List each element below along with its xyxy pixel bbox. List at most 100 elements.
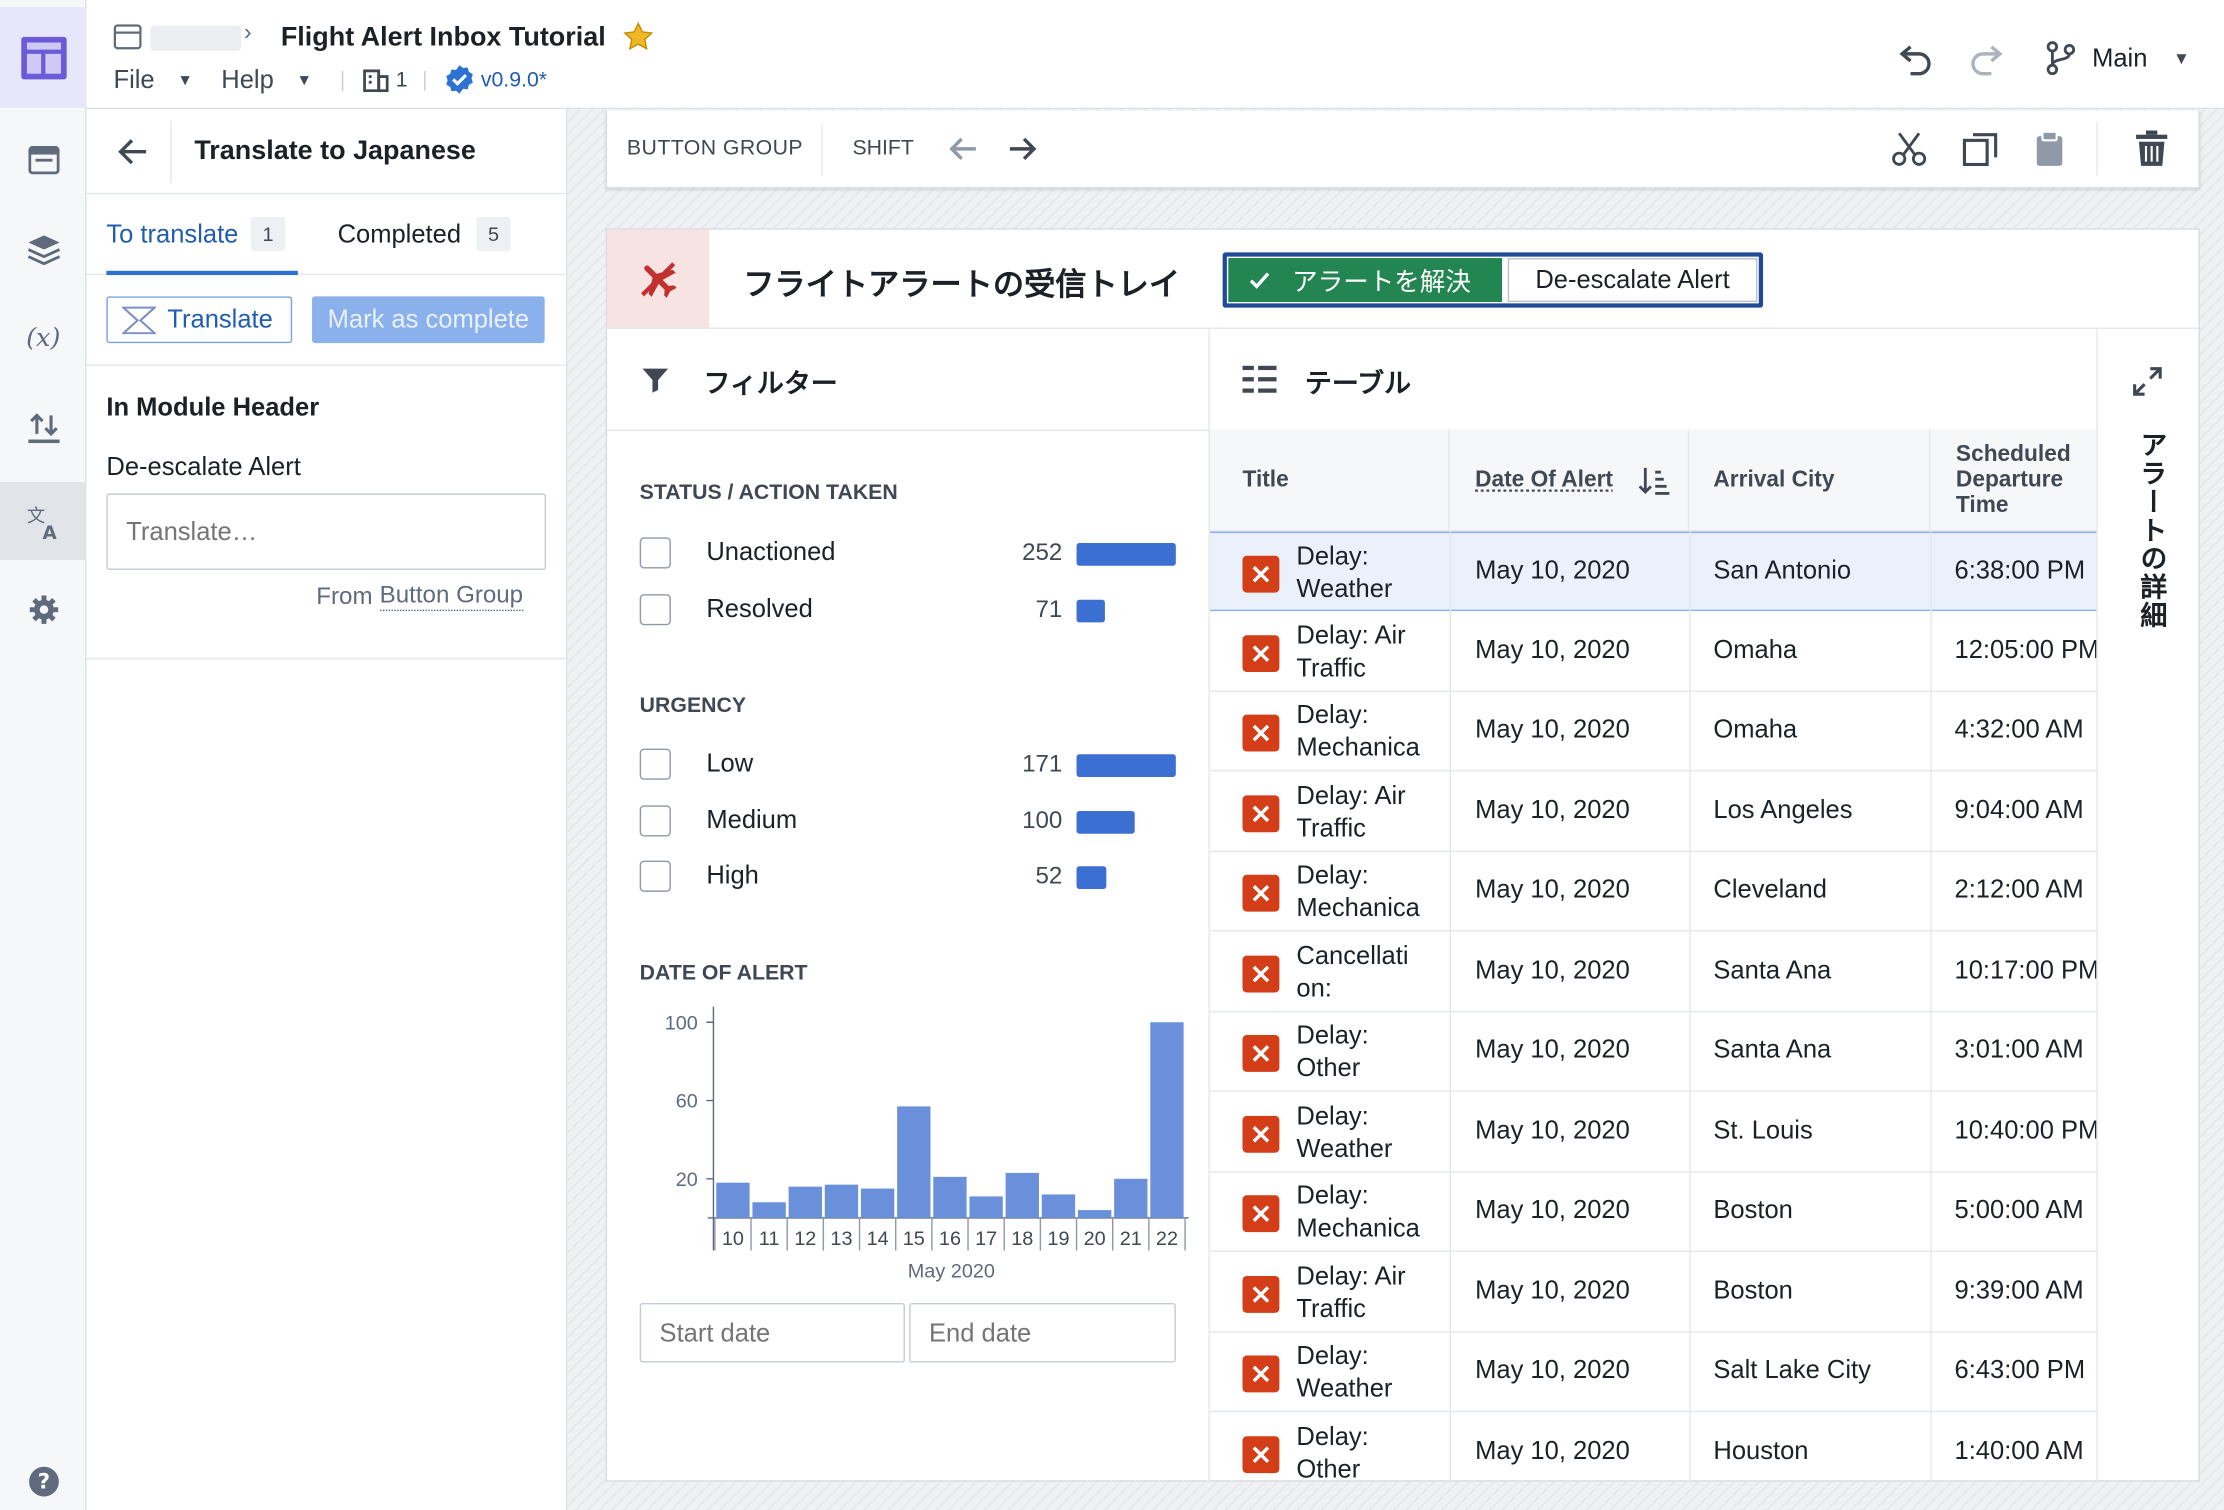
- shift-label: SHIFT: [852, 136, 914, 161]
- histogram-bar[interactable]: [1150, 1022, 1184, 1218]
- table-row[interactable]: Cancellati on: May 10, 2020 Santa Ana 10:17…: [1209, 932, 2097, 1012]
- cell-city: Los Angeles: [1713, 794, 1853, 824]
- copy-icon[interactable]: [1962, 130, 1999, 174]
- details-panel-label[interactable]: アラートの詳細: [2128, 431, 2171, 629]
- x-tick-label: 19: [1047, 1228, 1069, 1250]
- redo-icon[interactable]: [1967, 40, 2004, 84]
- cell-date: May 10, 2020: [1475, 794, 1630, 824]
- variable-icon[interactable]: (x): [0, 303, 87, 371]
- tab-completed[interactable]: Completed 5: [338, 213, 511, 256]
- branch-selector[interactable]: Main ▼: [2045, 41, 2190, 76]
- translation-input[interactable]: [106, 493, 547, 570]
- column-header-date-label: Date Of Alert: [1475, 467, 1613, 492]
- resolve-alert-button[interactable]: アラートを解決: [1228, 258, 1503, 302]
- paste-icon[interactable]: [2034, 130, 2065, 174]
- filter-checkbox[interactable]: [639, 748, 671, 780]
- histogram-bar[interactable]: [788, 1186, 822, 1218]
- cut-icon[interactable]: [1891, 130, 1928, 174]
- cell-departure: 4:32:00 AM: [1954, 714, 2084, 743]
- trash-icon[interactable]: [2135, 130, 2169, 174]
- histogram-bar[interactable]: [824, 1184, 859, 1218]
- table-row[interactable]: Delay: Mechanica May 10, 2020 Cleveland 2:1…: [1209, 852, 2097, 932]
- table-row[interactable]: Delay: Mechanica May 10, 2020 Boston 5:00:0…: [1209, 1173, 2097, 1252]
- back-arrow-icon[interactable]: [116, 135, 150, 176]
- cell-date: May 10, 2020: [1475, 714, 1630, 743]
- mark-complete-button[interactable]: Mark as complete: [312, 296, 545, 344]
- page-title[interactable]: Flight Alert Inbox Tutorial: [281, 23, 606, 54]
- source-link[interactable]: Button Group: [379, 581, 524, 612]
- column-header-title[interactable]: Title: [1210, 429, 1450, 532]
- star-icon[interactable]: [623, 21, 654, 59]
- filter-checkbox[interactable]: [639, 860, 671, 892]
- table-row[interactable]: Delay: Weather May 10, 2020 St. Louis 10:40…: [1209, 1092, 2097, 1172]
- x-tick-label: 12: [794, 1228, 816, 1250]
- table-row[interactable]: Delay: Weather May 10, 2020 Salt Lake City…: [1209, 1333, 2097, 1413]
- app-logo-icon[interactable]: [0, 7, 87, 108]
- airplane-cancel-icon: [1242, 1355, 1280, 1393]
- table-row[interactable]: Delay: Weather May 10, 2020 San Antonio 6:3…: [1209, 531, 2097, 612]
- version-badge[interactable]: v0.9.0*: [444, 64, 547, 95]
- histogram-bar[interactable]: [897, 1106, 931, 1218]
- filter-checkbox[interactable]: [639, 537, 671, 569]
- cell-departure: 12:05:00 PM: [1954, 634, 2097, 663]
- histogram-bar[interactable]: [1041, 1194, 1076, 1218]
- table-row[interactable]: Delay: Mechanica May 10, 2020 Omaha 4:32:00…: [1209, 692, 2097, 772]
- page-icon[interactable]: [0, 126, 87, 194]
- x-tick-label: 20: [1084, 1228, 1106, 1250]
- help-icon[interactable]: ?: [0, 1448, 87, 1510]
- toolbar-breadcrumb[interactable]: BUTTON GROUP: [627, 136, 803, 160]
- filter-option-bar: [1076, 754, 1176, 777]
- column-header-date[interactable]: Date Of Alert: [1450, 429, 1690, 532]
- column-header-departure[interactable]: Scheduled Departure Time: [1930, 430, 2096, 532]
- undo-icon[interactable]: [1898, 40, 1935, 84]
- end-date-input[interactable]: [909, 1302, 1176, 1363]
- status-filter-option[interactable]: Unactioned 252: [639, 535, 1193, 572]
- table-row[interactable]: Delay: Other May 10, 2020 Houston 1:40:00 A…: [1210, 1413, 2096, 1483]
- version-label: v0.9.0*: [480, 67, 548, 92]
- filter-option-label: Resolved: [706, 593, 813, 622]
- histogram-bar[interactable]: [716, 1182, 750, 1218]
- filter-checkbox[interactable]: [639, 593, 671, 625]
- filter-checkbox[interactable]: [639, 804, 671, 836]
- cell-city: Omaha: [1713, 634, 1798, 663]
- start-date-input[interactable]: [639, 1302, 905, 1363]
- histogram-bar[interactable]: [1077, 1210, 1112, 1218]
- de-escalate-button[interactable]: De-escalate Alert: [1507, 258, 1758, 302]
- menu-file[interactable]: File ▼: [113, 65, 192, 95]
- histogram-bar[interactable]: [969, 1196, 1003, 1218]
- cell-title: Delay: Air Traffic: [1296, 1261, 1406, 1323]
- urgency-filter-option[interactable]: High 52: [639, 858, 1193, 895]
- gear-icon[interactable]: [0, 576, 87, 644]
- table-row[interactable]: Delay: Air Traffic May 10, 2020 Omaha 12:05…: [1209, 612, 2097, 692]
- table-row[interactable]: Delay: Other May 10, 2020 Santa Ana 3:01:00…: [1209, 1012, 2097, 1092]
- expand-icon[interactable]: [2130, 364, 2164, 405]
- sort-icon[interactable]: [1638, 465, 1670, 496]
- menu-help[interactable]: Help ▼: [221, 65, 312, 95]
- layers-icon[interactable]: [0, 216, 87, 284]
- histogram-bar[interactable]: [933, 1176, 967, 1218]
- import-export-icon[interactable]: [0, 394, 87, 462]
- tab-to-translate[interactable]: To translate 1: [106, 213, 285, 256]
- cell-date: May 10, 2020: [1475, 1355, 1630, 1384]
- histogram-bar[interactable]: [1005, 1172, 1039, 1218]
- histogram-bar[interactable]: [860, 1188, 895, 1218]
- branch-label: Main: [2092, 43, 2148, 72]
- histogram-bar[interactable]: [752, 1202, 786, 1218]
- translate-button[interactable]: Translate: [106, 296, 293, 344]
- status-filter-option[interactable]: Resolved 71: [639, 591, 1193, 628]
- cell-date: May 10, 2020: [1475, 1195, 1630, 1224]
- page-count[interactable]: 1: [363, 67, 408, 93]
- translate-icon[interactable]: 文A: [0, 482, 87, 561]
- histogram-bar[interactable]: [1114, 1178, 1148, 1218]
- table-row[interactable]: Delay: Air Traffic May 10, 2020 Boston 9:39…: [1209, 1253, 2097, 1333]
- status-filter-label: STATUS / ACTION TAKEN: [639, 480, 898, 505]
- breadcrumb-redacted[interactable]: [150, 25, 242, 52]
- column-header-city[interactable]: Arrival City: [1689, 429, 1931, 532]
- arrow-left-icon[interactable]: [946, 132, 980, 173]
- cell-date: May 10, 2020: [1475, 634, 1630, 663]
- arrow-right-icon[interactable]: [1006, 132, 1040, 173]
- table-row[interactable]: Delay: Air Traffic May 10, 2020 Los Angele…: [1209, 772, 2097, 852]
- urgency-filter-option[interactable]: Medium 100: [639, 802, 1193, 839]
- date-histogram[interactable]: 100 60 20 10 11 12 13 14 15 16 17 18 19 20 21 22 May 202…: [635, 998, 1189, 1296]
- urgency-filter-option[interactable]: Low 171: [639, 746, 1193, 783]
